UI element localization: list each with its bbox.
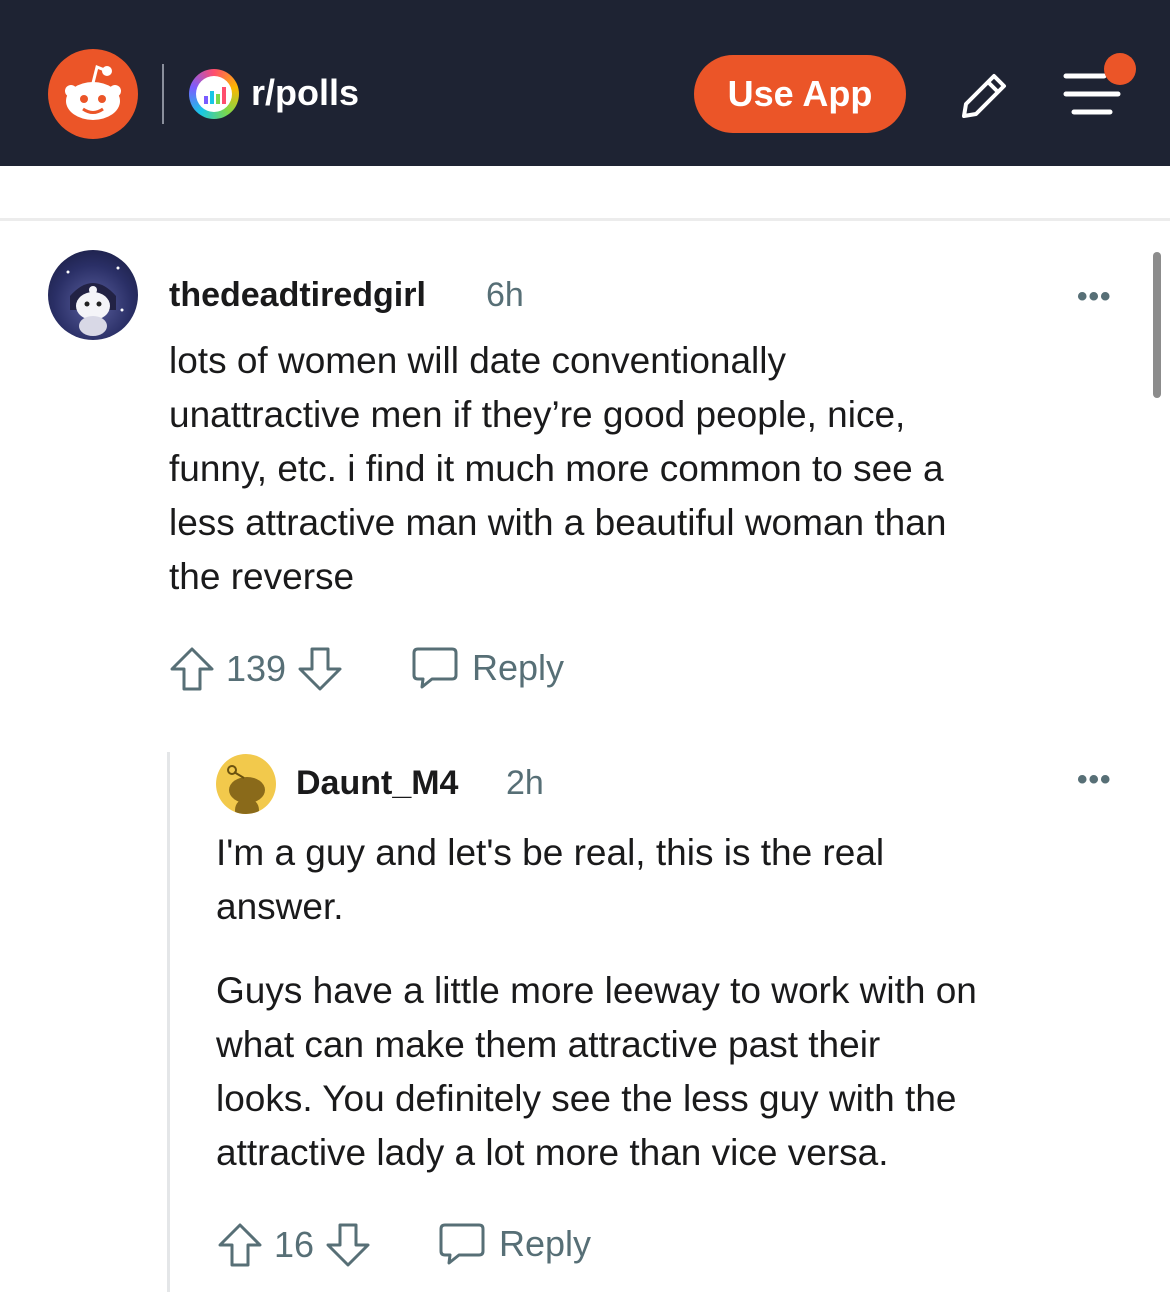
comment-line: the reverse bbox=[169, 556, 355, 597]
top-bar: r/polls Use App bbox=[0, 0, 1170, 166]
comment-line: answer. bbox=[216, 886, 344, 927]
comment-time: 6h bbox=[486, 276, 524, 314]
comment-username[interactable]: Daunt_M4 bbox=[296, 764, 458, 803]
avatar[interactable] bbox=[216, 754, 276, 814]
vote-count: 16 bbox=[274, 1224, 315, 1265]
vote-count: 139 bbox=[226, 648, 287, 689]
comment-line: what can make them attractive past their bbox=[216, 1024, 881, 1065]
reply-icon bbox=[412, 647, 458, 689]
upvote-icon[interactable] bbox=[168, 645, 216, 693]
reply-icon bbox=[439, 1223, 485, 1265]
upvote-icon[interactable] bbox=[216, 1221, 264, 1269]
comment-time: 2h bbox=[506, 764, 544, 802]
downvote-icon[interactable] bbox=[324, 1221, 372, 1269]
use-app-button[interactable]: Use App bbox=[694, 55, 906, 133]
reply-button[interactable]: Reply bbox=[437, 1221, 591, 1267]
vote-controls: 16 bbox=[216, 1221, 372, 1269]
comment-line: looks. You definitely see the less guy w… bbox=[216, 1078, 957, 1119]
comment-username[interactable]: thedeadtiredgirl bbox=[169, 276, 426, 315]
more-icon[interactable]: ••• bbox=[1077, 763, 1112, 797]
feed-divider bbox=[0, 218, 1170, 221]
avatar[interactable] bbox=[48, 250, 138, 340]
more-icon[interactable]: ••• bbox=[1077, 280, 1112, 314]
reddit-logo-icon[interactable] bbox=[48, 49, 138, 139]
comment-line: Guys have a little more leeway to work w… bbox=[216, 970, 977, 1011]
comment-body: lots of women will date conventionally u… bbox=[169, 334, 946, 604]
comment-line: funny, etc. i find it much more common t… bbox=[169, 448, 944, 489]
comment-line: attractive lady a lot more than vice ver… bbox=[216, 1132, 889, 1173]
reply-label: Reply bbox=[472, 647, 565, 688]
header-divider bbox=[162, 64, 164, 124]
comment-line: I'm a guy and let's be real, this is the… bbox=[216, 832, 885, 873]
thread-line[interactable] bbox=[167, 752, 170, 1292]
menu-icon[interactable] bbox=[1058, 52, 1140, 122]
comment-line: lots of women will date conventionally bbox=[169, 340, 786, 381]
comment-line: less attractive man with a beautiful wom… bbox=[169, 502, 947, 543]
comment-line: unattractive men if they’re good people,… bbox=[169, 394, 906, 435]
comment-body-paragraph: Guys have a little more leeway to work w… bbox=[216, 964, 977, 1180]
reply-button[interactable]: Reply bbox=[410, 645, 564, 691]
reply-label: Reply bbox=[499, 1223, 592, 1264]
subreddit-icon[interactable] bbox=[189, 69, 239, 119]
scrollbar[interactable] bbox=[1153, 252, 1161, 398]
subreddit-name[interactable]: r/polls bbox=[251, 72, 359, 114]
comment-body: I'm a guy and let's be real, this is the… bbox=[216, 826, 884, 934]
pencil-icon[interactable] bbox=[952, 66, 1014, 128]
downvote-icon[interactable] bbox=[296, 645, 344, 693]
vote-controls: 139 bbox=[168, 645, 344, 693]
